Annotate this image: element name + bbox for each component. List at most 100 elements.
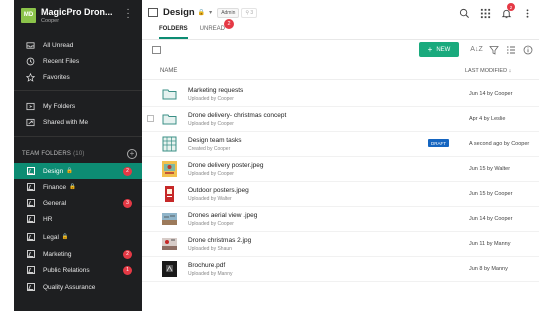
list-item[interactable]: Drone delivery- christmas concept Upload… (142, 107, 539, 132)
team-folder-icon (26, 250, 35, 259)
unread-badge: 3 (123, 198, 132, 208)
sidebar-item-finance[interactable]: Finance 🔒 (14, 179, 142, 195)
team-folders-header: TEAM FOLDERS (10) + (22, 148, 137, 160)
item-modified: Jun 15 by Cooper (469, 191, 513, 197)
lock-icon: 🔒 (197, 10, 206, 16)
star-icon (26, 72, 35, 82)
item-modified: Jun 8 by Manny (469, 266, 508, 272)
item-name[interactable]: Drone christmas 2.jpg (188, 237, 251, 244)
item-modified: Jun 11 by Manny (469, 241, 511, 247)
list-item[interactable]: Design team tasks Created by Cooper DRAF… (142, 132, 539, 157)
sort-icon[interactable]: A↓Z (470, 44, 482, 55)
image-thumbnail (162, 213, 177, 225)
item-modified: Jun 14 by Cooper (469, 91, 513, 97)
lock-icon: 🔒 (61, 234, 69, 240)
list-item[interactable]: Drone christmas 2.jpg Uploaded by Shaun … (142, 232, 539, 257)
image-thumbnail (165, 186, 174, 202)
more-options-icon[interactable] (521, 7, 533, 19)
select-all-checkbox[interactable] (152, 46, 161, 54)
sidebar-item-hr[interactable]: HR (14, 211, 142, 227)
toolbar: + NEW A↓Z (142, 40, 539, 60)
item-subtitle: Created by Cooper (188, 146, 231, 152)
column-name[interactable]: NAME (160, 68, 177, 74)
sidebar-item-all-unread[interactable]: All Unread (14, 37, 142, 53)
draft-badge: DRAFT (428, 139, 449, 147)
item-name[interactable]: Outdoor posters.jpeg (188, 187, 249, 194)
pdf-thumbnail (162, 261, 177, 277)
folder-title-row: Design 🔒 ▾ Admin ⚲ 3 (148, 7, 258, 18)
app: MD MagicPro Dron... Cooper · · · All Unrea… (14, 0, 539, 311)
unread-badge: 2 (123, 249, 132, 259)
new-button-label: NEW (436, 46, 451, 53)
item-name[interactable]: Brochure.pdf (188, 262, 225, 269)
list-item[interactable]: Drones aerial view .jpeg Uploaded by Coo… (142, 207, 539, 232)
page-title[interactable]: Design (163, 7, 195, 18)
workspace-header[interactable]: MD MagicPro Dron... Cooper · · · (14, 0, 142, 30)
sidebar-item-marketing[interactable]: Marketing 2 (14, 246, 142, 262)
folder-icon (162, 89, 177, 100)
sidebar-item-my-folders[interactable]: My Folders (14, 98, 142, 114)
list-item[interactable]: Drone delivery poster.jpeg Uploaded by C… (142, 157, 539, 182)
add-team-folder-icon[interactable]: + (127, 149, 137, 159)
item-subtitle: Uploaded by Cooper (188, 121, 234, 127)
list-item[interactable]: Brochure.pdf Uploaded by Manny Jun 8 by … (142, 257, 539, 282)
item-name[interactable]: Marketing requests (188, 87, 243, 94)
list-item[interactable]: Marketing requests Uploaded by Cooper Ju… (142, 82, 539, 107)
list-item[interactable]: Outdoor posters.jpeg Uploaded by Walter … (142, 182, 539, 207)
search-icon[interactable] (458, 7, 470, 19)
folder-icon (162, 114, 177, 125)
sidebar-item-legal[interactable]: Legal 🔒 (14, 229, 142, 245)
row-checkbox[interactable] (147, 115, 154, 122)
tab-label: UNREAD (199, 26, 226, 32)
item-subtitle: Uploaded by Cooper (188, 96, 234, 102)
unread-badge: 2 (123, 166, 132, 176)
image-thumbnail (162, 238, 177, 250)
inbox-icon (26, 41, 35, 50)
sidebar-item-public-relations[interactable]: Public Relations 1 (14, 262, 142, 278)
bell-icon[interactable]: 2 (500, 3, 515, 19)
sidebar-item-label: Legal (43, 233, 59, 241)
sidebar-item-label: All Unread (43, 41, 74, 49)
more-options-icon[interactable]: · · · (126, 5, 130, 23)
chevron-down-icon[interactable]: ▾ (209, 9, 212, 16)
top-icons: 2 (449, 3, 533, 19)
team-folder-icon (26, 266, 35, 275)
filter-icon[interactable] (488, 44, 499, 55)
team-folder-icon (26, 233, 35, 242)
team-folders-count: (10) (73, 151, 85, 157)
sidebar-item-shared-with-me[interactable]: Shared with Me (14, 114, 142, 130)
divider (14, 90, 142, 91)
sidebar-item-quality-assurance[interactable]: Quality Assurance (14, 279, 142, 295)
item-name[interactable]: Design team tasks (188, 137, 241, 144)
item-modified: Apr 4 by Leslie (469, 116, 506, 122)
item-name[interactable]: Drone delivery poster.jpeg (188, 162, 264, 169)
column-last-modified[interactable]: LAST MODIFIED ↓ (465, 68, 511, 74)
sidebar-item-general[interactable]: General 3 (14, 195, 142, 211)
sidebar-item-label: Marketing (43, 250, 72, 258)
item-name[interactable]: Drones aerial view .jpeg (188, 212, 257, 219)
item-name[interactable]: Drone delivery- christmas concept (188, 112, 286, 119)
members-badge[interactable]: ⚲ 3 (241, 7, 258, 18)
sidebar-item-label: Finance (43, 183, 67, 191)
workspace-name: MagicPro Dron... (41, 6, 113, 17)
team-folder-icon (26, 199, 35, 208)
list-header: NAME LAST MODIFIED ↓ (142, 62, 539, 80)
tab-unread[interactable]: UNREAD 2 (199, 19, 235, 39)
item-subtitle: Uploaded by Cooper (188, 171, 234, 177)
list-view-icon[interactable] (505, 44, 516, 55)
team-folder-icon (26, 167, 35, 176)
info-icon[interactable] (522, 44, 533, 55)
sidebar-item-favorites[interactable]: Favorites (14, 69, 142, 85)
sidebar-item-recent-files[interactable]: Recent Files (14, 53, 142, 69)
sidebar-item-design[interactable]: Design 🔒 2 (14, 163, 142, 179)
new-button[interactable]: + NEW (419, 42, 459, 57)
sidebar-item-label: Recent Files (43, 57, 80, 65)
sidebar-item-label: Design (43, 167, 64, 175)
item-modified: Jun 15 by Walter (469, 166, 511, 172)
tab-folders[interactable]: FOLDERS (159, 25, 188, 39)
unread-badge: 1 (123, 265, 132, 275)
item-subtitle: Uploaded by Manny (188, 271, 233, 277)
apps-grid-icon[interactable] (479, 7, 491, 19)
workspace-user: Cooper (41, 17, 60, 24)
item-subtitle: Uploaded by Walter (188, 196, 232, 202)
